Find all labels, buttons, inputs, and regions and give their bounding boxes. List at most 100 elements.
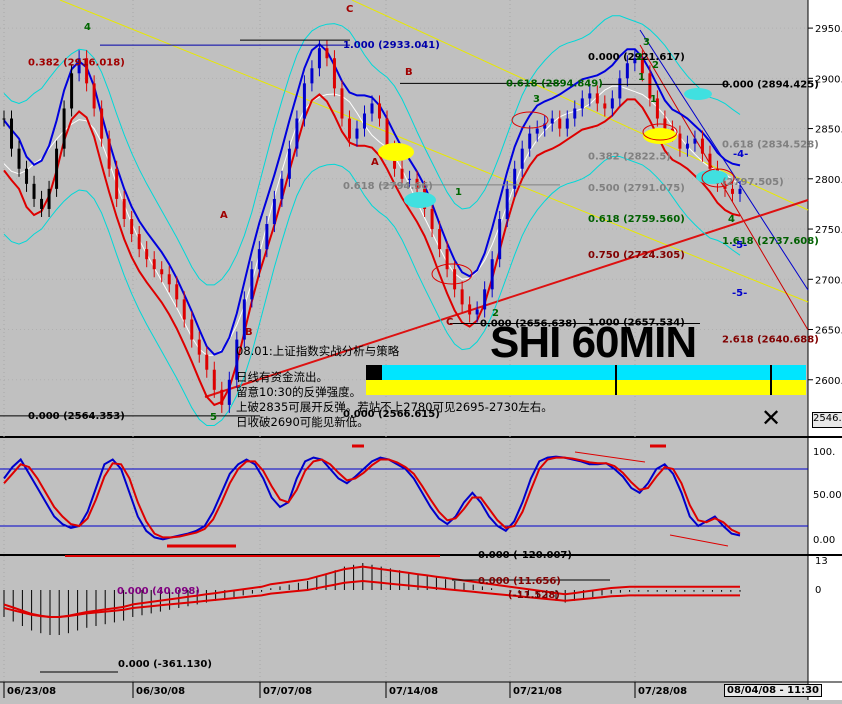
candle-body [498, 219, 502, 260]
candle-body [287, 148, 291, 179]
y-tick-label: 2700. [815, 275, 842, 286]
candle-body [115, 168, 119, 199]
yellow-ellipse [378, 143, 414, 161]
candle-body [205, 354, 209, 370]
candle-body [558, 118, 562, 129]
candle-body [362, 113, 366, 129]
candle-body [197, 339, 201, 355]
candle-body [70, 73, 74, 109]
candle-body [505, 188, 509, 219]
wave-label: B [405, 67, 413, 78]
candle-body [438, 229, 442, 250]
timer-bar-marker [366, 365, 382, 380]
candle-body [625, 63, 629, 79]
candle-body [250, 269, 254, 300]
candle-body [25, 168, 29, 184]
x-tick-label: 06/23/08 [7, 686, 56, 697]
candle-body [175, 284, 179, 300]
candle-body [355, 128, 359, 139]
macd-label: 0.000 (-361.130) [118, 659, 212, 670]
wave-label: A [220, 210, 228, 221]
wave-label: 3 [533, 94, 540, 105]
x-tick-label: 06/30/08 [136, 686, 185, 697]
candle-body [528, 133, 532, 149]
fib-label: 0.000 (2564.353) [28, 411, 125, 422]
y-tick-label: 2850. [815, 125, 842, 136]
candle-body [212, 369, 216, 390]
candle-body [378, 103, 382, 119]
candle-body [167, 274, 171, 285]
candle-body [92, 83, 96, 109]
wave-label: C [346, 4, 353, 15]
candle-body [678, 133, 682, 149]
candle-body [730, 188, 734, 194]
candle-body [137, 234, 141, 250]
wave-label: C [446, 317, 453, 328]
wave-label: -5- [732, 240, 747, 251]
candle-body [272, 198, 276, 225]
candle-body [317, 48, 321, 69]
candle-body [370, 103, 374, 114]
candle-body [302, 83, 306, 119]
fib-label: 1.000 (2933.041) [343, 40, 440, 51]
candle-body [445, 249, 449, 270]
candle-body [618, 78, 622, 99]
macd-label: 0.000 (-120.007) [478, 550, 572, 561]
candle-body [468, 304, 472, 315]
fib-label: 0.618 (2759.560) [588, 214, 685, 225]
candle-body [565, 118, 569, 129]
close-icon[interactable]: ✕ [761, 406, 781, 430]
candle-body [182, 299, 186, 320]
timer-bar-tick [615, 365, 617, 395]
candle-body [145, 249, 149, 260]
y-tick-label: 2750. [815, 225, 842, 236]
candle-body [40, 198, 44, 209]
fib-label: 0.618 (2894.849) [506, 78, 603, 89]
timer-bar-cyan [366, 365, 806, 380]
candle-body [122, 198, 126, 219]
candle-body [332, 58, 336, 89]
y-tick-label: 2650. [815, 326, 842, 337]
candle-body [685, 143, 689, 149]
candle-body [107, 138, 111, 169]
candle-body [152, 259, 156, 270]
wave-label: 2 [652, 60, 659, 71]
wave-label: A [371, 157, 379, 168]
last-price-box: 2546. [812, 412, 842, 428]
wave-label: 1 [638, 72, 645, 83]
y-tick-label: 2800. [815, 175, 842, 186]
macd-tick-label: 13 [815, 556, 828, 567]
fib-label: 0.500 (2791.075) [588, 183, 685, 194]
fib-label: 0.750 (2724.305) [588, 250, 685, 261]
candle-body [738, 188, 742, 194]
cyan-ellipse [684, 88, 712, 100]
candle-body [17, 148, 21, 169]
fib-label: 2.618 (2640.688) [722, 335, 819, 346]
candle-body [595, 93, 599, 104]
wave-label: B [245, 327, 253, 338]
y-tick-label: 2900. [815, 74, 842, 85]
timer-bar-yellow [366, 380, 806, 395]
candle-body [700, 138, 704, 154]
candle-body [408, 178, 412, 180]
wave-label: 3 [643, 37, 650, 48]
wave-label: 1 [455, 187, 462, 198]
x-tick-label: 07/14/08 [389, 686, 438, 697]
candle-body [460, 289, 464, 305]
candle-body [190, 319, 194, 340]
candle-body [257, 249, 261, 270]
macd-label: 0.000 (40.098) [117, 586, 200, 597]
stoch-tick-label: 0.00 [813, 535, 835, 546]
candle-body [280, 178, 284, 199]
candle-body [62, 108, 66, 149]
candle-body [2, 118, 6, 120]
x-tick-label: 07/21/08 [513, 686, 562, 697]
candle-body [550, 118, 554, 124]
candle-body [100, 108, 104, 139]
y-tick-label: 2600. [815, 376, 842, 387]
candle-body [535, 128, 539, 134]
macd-tick-label: 0 [815, 585, 821, 596]
candle-body [513, 168, 517, 189]
macd-label: (-11.528) [508, 590, 560, 601]
fib-label: 0.618 (2794.66) [343, 181, 433, 192]
